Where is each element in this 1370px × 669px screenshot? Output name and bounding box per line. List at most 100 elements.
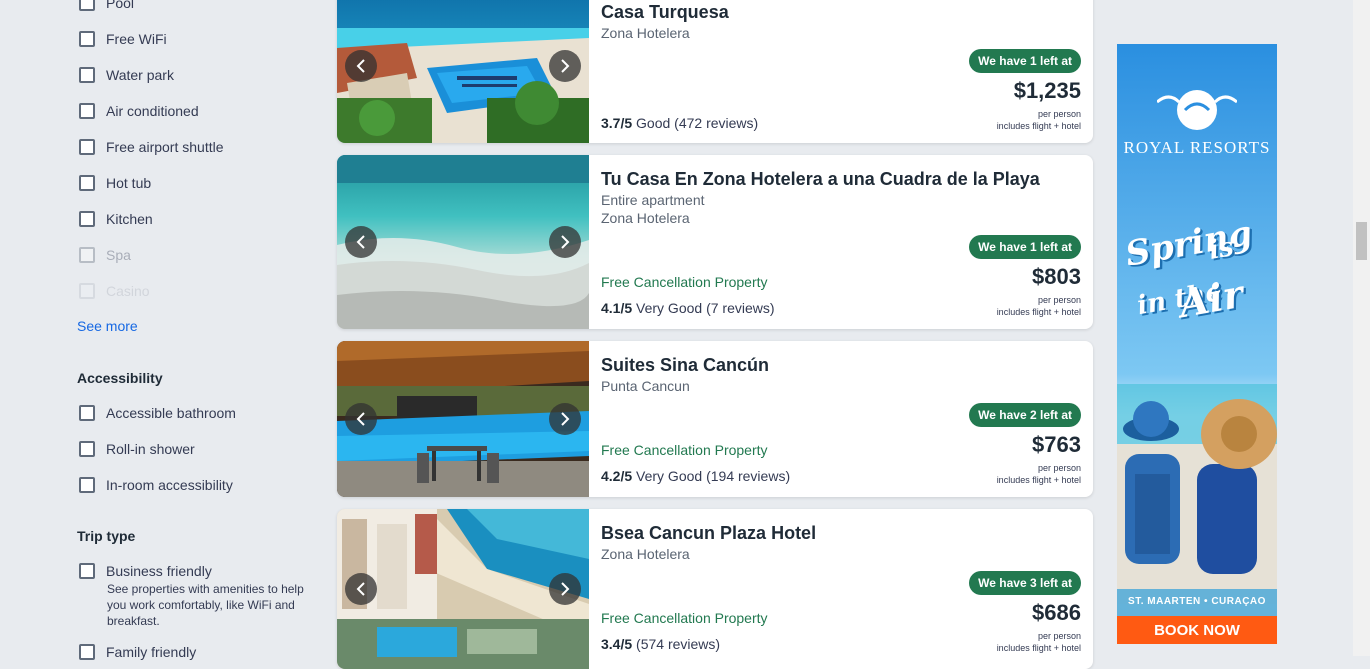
- listing-location: Zona Hotelera: [601, 546, 690, 562]
- filter-casino[interactable]: Casino: [79, 283, 150, 299]
- listing-price: $1,235: [1013, 78, 1081, 103]
- prev-photo-button[interactable]: [345, 226, 377, 258]
- listing-rating: 3.4/5 (574 reviews): [601, 636, 720, 652]
- free-cancellation-label: Free Cancellation Property: [601, 274, 768, 290]
- per-person-label: per person: [1037, 295, 1081, 305]
- per-person-label: per person: [1037, 631, 1081, 641]
- filter-label: Roll-in shower: [106, 441, 195, 457]
- rating-score: 3.4/5: [601, 636, 633, 652]
- chevron-left-icon: [356, 58, 365, 73]
- listing-card[interactable]: Bsea Cancun Plaza Hotel Zona Hotelera Fr…: [337, 509, 1093, 669]
- listing-card[interactable]: Suites Sina Cancún Punta Cancun Free Can…: [337, 341, 1093, 497]
- checkbox[interactable]: [79, 31, 95, 47]
- filter-kitchen[interactable]: Kitchen: [79, 211, 153, 227]
- listing-card[interactable]: Casa Turquesa Zona Hotelera 3.7/5 Good (…: [337, 0, 1093, 143]
- listing-name[interactable]: Casa Turquesa: [601, 2, 729, 23]
- filter-label: Business friendly: [106, 563, 212, 579]
- rating-score: 4.2/5: [601, 468, 633, 484]
- checkbox[interactable]: [79, 247, 95, 263]
- includes-label: includes flight + hotel: [996, 643, 1081, 653]
- checkbox[interactable]: [79, 563, 95, 579]
- rating-score: 4.1/5: [601, 300, 633, 316]
- chevron-right-icon: [561, 58, 570, 73]
- listing-photo[interactable]: [337, 509, 589, 669]
- accessibility-heading: Accessibility: [77, 370, 163, 386]
- rating-text: Very Good: [636, 468, 703, 484]
- availability-badge: We have 1 left at: [969, 235, 1081, 259]
- listing-photo[interactable]: [337, 155, 589, 329]
- filter-label: Hot tub: [106, 175, 152, 191]
- filter-free-airport-shuttle[interactable]: Free airport shuttle: [79, 139, 224, 155]
- next-photo-button[interactable]: [549, 573, 581, 605]
- checkbox[interactable]: [79, 0, 95, 11]
- filter-hot-tub[interactable]: Hot tub: [79, 175, 151, 191]
- listing-photo[interactable]: [337, 341, 589, 497]
- filter-label: Water park: [106, 67, 174, 83]
- listing-location: Zona Hotelera: [601, 25, 690, 41]
- scrollbar-thumb[interactable]: [1356, 222, 1367, 260]
- page-scrollbar[interactable]: [1353, 0, 1370, 656]
- checkbox[interactable]: [79, 211, 95, 227]
- price-note: per person includes flight + hotel: [997, 108, 1081, 132]
- filters-sidebar: Pool Free WiFi Water park Air conditione…: [0, 0, 320, 660]
- rating-text: Very Good: [636, 300, 703, 316]
- listing-card[interactable]: Tu Casa En Zona Hotelera a una Cuadra de…: [337, 155, 1093, 329]
- chevron-left-icon: [356, 582, 365, 596]
- review-count: (472 reviews): [674, 115, 759, 131]
- availability-badge: We have 2 left at: [969, 403, 1081, 427]
- checkbox[interactable]: [79, 103, 95, 119]
- next-photo-button[interactable]: [549, 403, 581, 435]
- listing-photo[interactable]: [337, 0, 589, 143]
- filter-air-conditioned[interactable]: Air conditioned: [79, 103, 199, 119]
- checkbox[interactable]: [79, 477, 95, 493]
- prev-photo-button[interactable]: [345, 49, 377, 82]
- prev-photo-button[interactable]: [345, 573, 377, 605]
- ad-brand: ROYAL RESORTS: [1123, 138, 1271, 157]
- listing-name[interactable]: Tu Casa En Zona Hotelera a una Cuadra de…: [601, 169, 1040, 190]
- listing-price: $686: [1032, 600, 1081, 625]
- ad-banner[interactable]: ROYAL RESORTS Spring is in the Air ST. M…: [1117, 44, 1277, 644]
- filter-label: Spa: [106, 247, 131, 263]
- checkbox[interactable]: [79, 139, 95, 155]
- filter-pool[interactable]: Pool: [79, 0, 134, 11]
- checkbox[interactable]: [79, 67, 95, 83]
- listing-price: $803: [1032, 264, 1081, 289]
- availability-badge: We have 3 left at: [969, 571, 1081, 595]
- includes-label: includes flight + hotel: [996, 475, 1081, 485]
- filter-in-room-accessibility[interactable]: In-room accessibility: [79, 477, 233, 493]
- price-note: per person includes flight + hotel: [997, 462, 1081, 486]
- includes-label: includes flight + hotel: [996, 121, 1081, 131]
- filter-water-park[interactable]: Water park: [79, 67, 174, 83]
- checkbox[interactable]: [79, 644, 95, 660]
- per-person-label: per person: [1037, 109, 1081, 119]
- filter-spa[interactable]: Spa: [79, 247, 131, 263]
- filter-accessible-bathroom[interactable]: Accessible bathroom: [79, 405, 236, 421]
- per-person-label: per person: [1037, 463, 1081, 473]
- filter-free-wifi[interactable]: Free WiFi: [79, 31, 167, 47]
- chevron-right-icon: [561, 582, 570, 596]
- filter-business-friendly[interactable]: Business friendly: [79, 563, 212, 579]
- chevron-left-icon: [356, 235, 365, 249]
- next-photo-button[interactable]: [549, 49, 581, 82]
- checkbox[interactable]: [79, 405, 95, 421]
- listing-name[interactable]: Bsea Cancun Plaza Hotel: [601, 523, 816, 544]
- filter-description: See properties with amenities to help yo…: [107, 582, 304, 628]
- filter-label: Casino: [106, 283, 150, 299]
- listing-details: Tu Casa En Zona Hotelera a una Cuadra de…: [601, 155, 1081, 329]
- see-more-link[interactable]: See more: [77, 318, 138, 334]
- listing-location: Punta Cancun: [601, 378, 690, 394]
- filter-family-friendly[interactable]: Family friendly: [79, 644, 196, 660]
- free-cancellation-label: Free Cancellation Property: [601, 610, 768, 626]
- filter-label: Pool: [106, 0, 135, 11]
- book-now-button[interactable]: BOOK NOW: [1117, 616, 1277, 644]
- chevron-left-icon: [356, 412, 365, 426]
- listing-price: $763: [1032, 432, 1081, 457]
- checkbox[interactable]: [79, 175, 95, 191]
- checkbox[interactable]: [79, 441, 95, 457]
- checkbox[interactable]: [79, 283, 95, 299]
- listing-name[interactable]: Suites Sina Cancún: [601, 355, 769, 376]
- prev-photo-button[interactable]: [345, 403, 377, 435]
- listing-details: Casa Turquesa Zona Hotelera 3.7/5 Good (…: [601, 0, 1081, 143]
- next-photo-button[interactable]: [549, 226, 581, 258]
- filter-roll-in-shower[interactable]: Roll-in shower: [79, 441, 195, 457]
